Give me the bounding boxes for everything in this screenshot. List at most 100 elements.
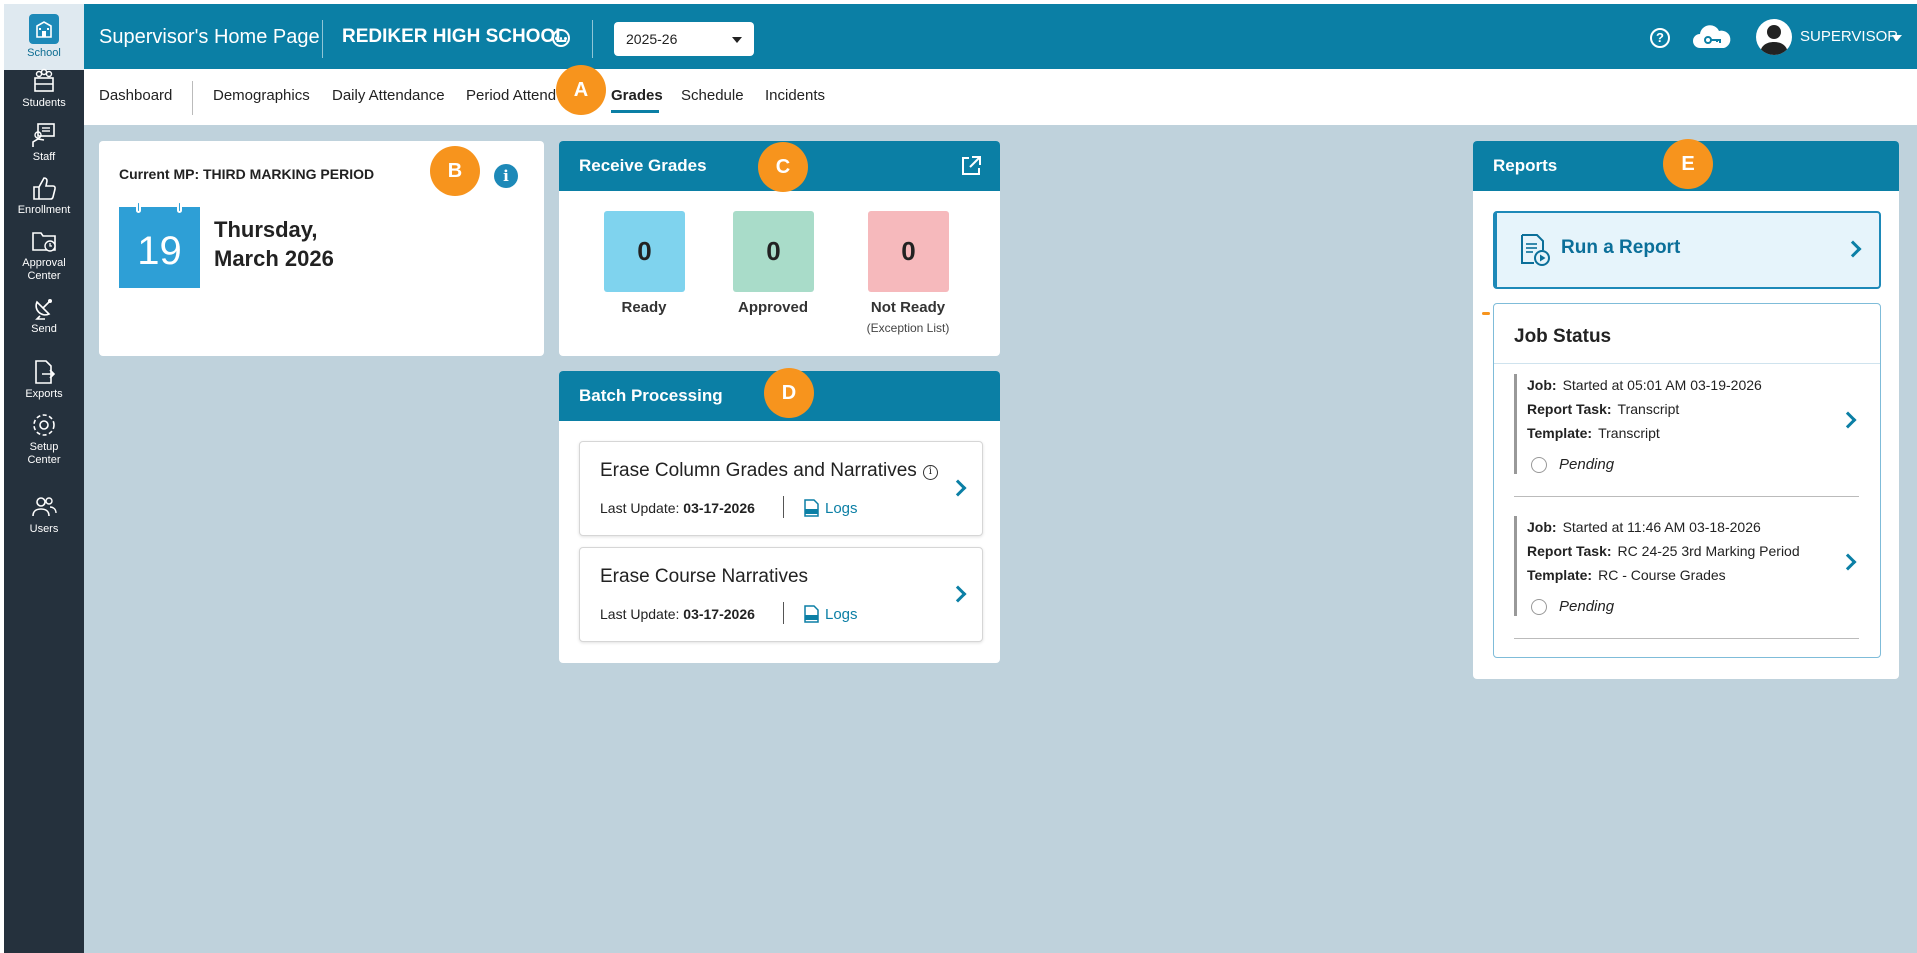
sidebar-item-send[interactable]: Send	[4, 294, 84, 336]
caret-down-icon	[732, 37, 742, 43]
sidebar-item-users[interactable]: Users	[4, 494, 84, 536]
sidebar-item-label: Staff	[32, 151, 56, 163]
chevron-right-icon	[949, 585, 967, 603]
help-icon[interactable]: ?	[1650, 28, 1670, 48]
log-file-icon	[804, 605, 819, 623]
report-play-icon	[1521, 234, 1550, 266]
thumbs-up-icon	[33, 177, 56, 200]
info-icon[interactable]: i	[494, 164, 518, 188]
satellite-icon	[35, 299, 52, 320]
info-icon[interactable]: i	[922, 465, 938, 480]
divider	[783, 602, 784, 624]
sidebar-item-label: School	[27, 47, 61, 59]
last-update: Last Update: 03-17-2026	[600, 606, 755, 622]
batch-item-erase-column-grades[interactable]: Erase Column Grades and Narratives i Last…	[579, 441, 983, 536]
sidebar-item-enrollment[interactable]: Enrollment	[4, 175, 84, 217]
hourglass-icon	[1531, 456, 1547, 473]
annotation-badge-a: A	[556, 65, 606, 115]
reports-card: Reports Run a Report Job Status Job: Star…	[1473, 141, 1899, 679]
job-started: Job: Started at 11:46 AM 03-18-2026	[1527, 519, 1761, 535]
sidebar-item-label: Send	[31, 323, 57, 335]
ready-count[interactable]: 0	[604, 211, 685, 292]
run-report-button[interactable]: Run a Report	[1493, 211, 1881, 289]
students-icon	[34, 68, 54, 92]
export-icon	[35, 360, 56, 384]
tab-dashboard[interactable]: Dashboard	[99, 87, 172, 104]
job-status-panel: Job Status Job: Started at 05:01 AM 03-19…	[1493, 303, 1881, 658]
header-divider	[322, 20, 323, 58]
sidebar-item-school[interactable]: School	[4, 4, 84, 70]
job-item[interactable]: Job: Started at 05:01 AM 03-19-2026 Repor…	[1514, 374, 1859, 474]
approved-count[interactable]: 0	[733, 211, 814, 292]
sidebar-item-label: Users	[29, 523, 59, 535]
logs-link[interactable]: Logs	[804, 605, 858, 623]
annotation-badge-b: B	[430, 146, 480, 196]
cloud-key-icon[interactable]	[1690, 24, 1734, 52]
job-template: Template: Transcript	[1527, 425, 1660, 441]
divider	[1514, 496, 1859, 497]
chevron-right-icon	[949, 479, 967, 497]
scroll-marker	[1482, 312, 1490, 315]
chevron-right-icon	[1839, 411, 1857, 429]
avatar[interactable]	[1756, 19, 1792, 55]
job-template: Template: RC - Course Grades	[1527, 567, 1726, 583]
school-icon	[29, 14, 59, 44]
divider	[783, 496, 784, 518]
logs-link[interactable]: Logs	[804, 499, 858, 517]
sidebar: School Students Staff Enrollment Approva…	[4, 4, 84, 953]
ready-label: Ready	[621, 299, 667, 316]
last-update: Last Update: 03-17-2026	[600, 500, 755, 516]
job-item[interactable]: Job: Started at 11:46 AM 03-18-2026 Repor…	[1514, 516, 1859, 616]
tab-demographics[interactable]: Demographics	[213, 87, 310, 104]
log-file-icon	[804, 499, 819, 517]
weekday: Thursday,	[214, 217, 318, 242]
users-icon	[32, 497, 57, 517]
sidebar-item-label: Exports	[25, 388, 63, 400]
sidebar-item-setup-center[interactable]: Setup Center	[4, 412, 84, 467]
sidebar-item-approval-center[interactable]: Approval Center	[4, 228, 84, 283]
sidebar-item-label: Approval Center	[22, 257, 66, 282]
divider	[1514, 638, 1859, 639]
job-report-task: Report Task: RC 24-25 3rd Marking Period	[1527, 543, 1800, 559]
sidebar-item-label: Enrollment	[17, 204, 71, 216]
job-report-task: Report Task: Transcript	[1527, 401, 1680, 417]
school-year-select[interactable]: 2025-26	[614, 22, 754, 56]
divider	[1494, 363, 1880, 364]
not-ready-count[interactable]: 0	[868, 211, 949, 292]
sidebar-item-label: Students	[22, 97, 66, 109]
school-name: REDIKER HIGH SCHOOL	[342, 26, 567, 47]
page-title: Supervisor's Home Page	[99, 26, 320, 48]
tab-divider	[192, 81, 193, 115]
caret-down-icon[interactable]	[1892, 35, 1902, 41]
job-started: Job: Started at 05:01 AM 03-19-2026	[1527, 377, 1762, 393]
tab-bar: Dashboard Demographics Daily Attendance …	[84, 69, 1917, 125]
tab-period-attendance[interactable]: Period Attend	[466, 87, 556, 104]
school-year-value: 2025-26	[626, 31, 678, 47]
month-year: March 2026	[214, 246, 334, 271]
tab-incidents[interactable]: Incidents	[765, 87, 825, 104]
chevron-right-icon	[1839, 553, 1857, 571]
batch-item-erase-course-narratives[interactable]: Erase Course Narratives Last Update: 03-…	[579, 547, 983, 642]
header-divider	[592, 20, 593, 58]
staff-icon	[32, 123, 55, 147]
chevron-right-icon	[1844, 240, 1862, 258]
exception-list-label: (Exception List)	[866, 321, 950, 335]
calendar-icon: 19	[119, 201, 200, 288]
sidebar-item-staff[interactable]: Staff	[4, 122, 84, 164]
external-link-icon[interactable]	[960, 155, 982, 177]
more-options-icon[interactable]	[552, 29, 570, 47]
sidebar-item-exports[interactable]: Exports	[4, 359, 84, 401]
hourglass-icon	[1531, 598, 1547, 615]
tab-grades[interactable]: Grades	[611, 87, 663, 104]
approved-label: Approved	[737, 299, 808, 316]
not-ready-label: Not Ready	[870, 299, 946, 316]
batch-item-title: Erase Column Grades and Narratives i	[600, 460, 938, 482]
tab-schedule[interactable]: Schedule	[681, 87, 744, 104]
annotation-badge-d: D	[764, 368, 814, 418]
annotation-badge-c: C	[758, 142, 808, 192]
batch-item-title: Erase Course Narratives	[600, 566, 809, 587]
job-status: Pending	[1531, 598, 1614, 615]
tab-daily-attendance[interactable]: Daily Attendance	[332, 87, 445, 104]
sidebar-item-students[interactable]: Students	[4, 68, 84, 110]
user-menu[interactable]: SUPERVISOR	[1800, 28, 1898, 45]
